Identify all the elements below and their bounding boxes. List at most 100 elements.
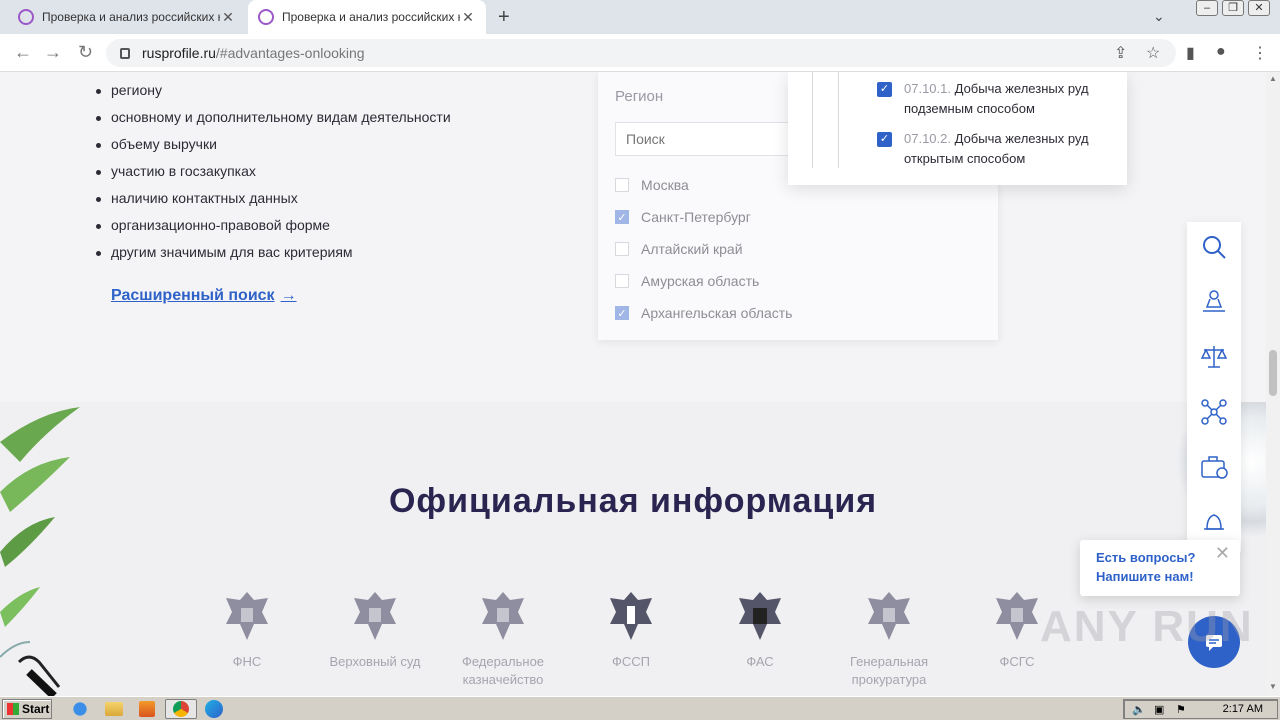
site-favicon-icon <box>258 9 274 25</box>
checkbox[interactable] <box>615 274 629 288</box>
tab-title: Проверка и анализ российских юр <box>42 10 220 24</box>
checkbox-checked[interactable]: ✓ <box>877 132 892 147</box>
reload-icon[interactable]: ↻ <box>78 42 93 63</box>
stamp-icon[interactable] <box>1199 287 1229 317</box>
briefcase-icon[interactable] <box>1199 452 1229 482</box>
anyrun-watermark: ANY RUN <box>1040 602 1254 651</box>
checkbox-checked[interactable]: ✓ <box>615 306 629 320</box>
tab-close-icon[interactable]: ✕ <box>220 9 236 26</box>
system-tray: 🔈 ▣ ⚑ 2:17 AM <box>1123 699 1278 719</box>
scales-icon[interactable] <box>1199 342 1229 372</box>
region-option[interactable]: Амурская область <box>615 271 759 291</box>
clock: 2:17 AM <box>1222 703 1263 715</box>
media-player-icon[interactable] <box>139 701 155 717</box>
url-bar[interactable]: rusprofile.ru/#advantages-onlooking <box>106 39 1176 67</box>
checkbox-checked[interactable]: ✓ <box>615 210 629 224</box>
network-icon[interactable] <box>1199 397 1229 427</box>
address-toolbar: ← → ↻ rusprofile.ru/#advantages-onlookin… <box>0 34 1280 72</box>
org-supreme-court[interactable]: Верховный суд <box>320 590 430 671</box>
list-item: организационно-правовой форме <box>96 217 451 244</box>
chat-line-2: Напишите нам! <box>1096 569 1194 584</box>
chat-prompt-bubble[interactable]: Есть вопросы? Напишите нам! ✕ <box>1080 540 1240 596</box>
browser-menu-icon[interactable]: ⋮ <box>1252 43 1268 63</box>
org-fns[interactable]: ФНС <box>192 590 302 671</box>
os-taskbar: Start 🔈 ▣ ⚑ 2:17 AM <box>0 696 1280 720</box>
region-title: Регион <box>615 88 664 105</box>
tab-2-active[interactable]: Проверка и анализ российских юр ✕ <box>248 0 486 34</box>
share-icon[interactable]: ⇪ <box>1114 43 1127 63</box>
new-tab-button[interactable]: + <box>498 6 510 29</box>
org-fas[interactable]: ФАС <box>705 590 815 671</box>
arrow-right-icon: → <box>280 287 297 304</box>
close-window-button[interactable]: ✕ <box>1248 0 1270 16</box>
list-item: основному и дополнительному видам деятел… <box>96 109 451 136</box>
tab-search-chevron-icon[interactable]: ⌄ <box>1153 8 1165 25</box>
side-panel-icon[interactable]: ▮ <box>1186 43 1195 63</box>
org-label: Федеральное казначейство <box>461 654 545 687</box>
region-option[interactable]: Москва <box>615 175 689 195</box>
org-fssp[interactable]: ФССП <box>576 590 686 671</box>
okved-option[interactable]: ✓ 07.10.2. Добыча железных руд открытым … <box>877 129 1124 169</box>
scrollbar-thumb[interactable] <box>1269 350 1277 396</box>
org-treasury[interactable]: Федеральное казначейство <box>448 590 558 689</box>
url-host: rusprofile.ru <box>142 45 216 61</box>
chrome-taskbar-button[interactable] <box>165 699 197 719</box>
start-button[interactable]: Start <box>2 699 52 719</box>
network-tray-icon[interactable]: ▣ <box>1154 703 1164 716</box>
region-label: Архангельская область <box>641 305 793 321</box>
okved-code: 07.10.1. <box>904 81 951 96</box>
region-option[interactable]: Алтайский край <box>615 239 743 259</box>
volume-icon[interactable]: 🔈 <box>1132 703 1146 716</box>
minimize-button[interactable]: – <box>1196 0 1218 16</box>
forward-arrow-icon[interactable]: → <box>44 42 62 63</box>
start-label: Start <box>22 702 50 716</box>
lock-icon <box>120 47 130 59</box>
list-item: региону <box>96 82 451 109</box>
checkbox-checked[interactable]: ✓ <box>877 82 892 97</box>
tab-1[interactable]: Проверка и анализ российских юр ✕ <box>8 0 246 34</box>
browser-tab-bar: Проверка и анализ российских юр ✕ Провер… <box>0 0 1280 34</box>
emblem-icon <box>354 592 396 640</box>
restore-button[interactable]: ❐ <box>1222 0 1244 16</box>
list-item: другим значимым для вас критериям <box>96 244 451 271</box>
okved-popup: ✓ 07.10.1. Добыча железных руд подземным… <box>788 72 1127 185</box>
window-controls: – ❐ ✕ <box>1196 0 1270 20</box>
tab-close-icon[interactable]: ✕ <box>460 9 476 26</box>
tree-line <box>838 72 839 168</box>
scroll-down-icon[interactable]: ▼ <box>1269 682 1277 691</box>
close-icon[interactable]: ✕ <box>1215 544 1230 563</box>
scroll-up-icon[interactable]: ▲ <box>1269 74 1277 83</box>
tree-line <box>812 72 813 168</box>
checkbox[interactable] <box>615 242 629 256</box>
search-icon[interactable] <box>1199 232 1229 262</box>
chrome-icon <box>173 701 189 717</box>
checkbox[interactable] <box>615 178 629 192</box>
flag-tray-icon[interactable]: ⚑ <box>1176 703 1186 716</box>
back-arrow-icon[interactable]: ← <box>14 42 32 63</box>
quick-tools-sidebar <box>1187 222 1241 552</box>
org-prosecutor[interactable]: Генеральная прокуратура <box>834 590 944 689</box>
plant-decoration-icon <box>0 407 80 658</box>
binder-clip-icon <box>17 655 61 696</box>
bell-icon[interactable] <box>1199 507 1229 537</box>
region-search-input[interactable] <box>615 122 815 156</box>
page-content: региону основному и дополнительному вида… <box>0 72 1266 696</box>
region-option[interactable]: ✓ Архангельская область <box>615 303 792 323</box>
bookmark-star-icon[interactable]: ☆ <box>1146 43 1160 63</box>
edge-icon[interactable] <box>205 700 223 718</box>
folder-icon[interactable] <box>105 702 123 716</box>
filter-criteria-list: региону основному и дополнительному вида… <box>96 82 451 271</box>
region-label: Амурская область <box>641 273 760 289</box>
profile-avatar-icon[interactable]: ● <box>1216 43 1226 61</box>
okved-option[interactable]: ✓ 07.10.1. Добыча железных руд подземным… <box>877 79 1124 119</box>
region-option[interactable]: ✓ Санкт-Петербург <box>615 207 751 227</box>
org-label: ФССП <box>611 654 650 669</box>
org-label: ФАС <box>746 654 774 669</box>
ie-icon[interactable] <box>68 699 92 719</box>
official-info-title: Официальная информация <box>388 482 878 520</box>
advanced-search-link[interactable]: Расширенный поиск → <box>111 287 297 305</box>
url-path: /#advantages-onlooking <box>215 45 365 61</box>
okved-code: 07.10.2. <box>904 131 951 146</box>
page-scrollbar[interactable]: ▲ ▼ <box>1266 72 1280 696</box>
tab-title: Проверка и анализ российских юр <box>282 10 460 24</box>
